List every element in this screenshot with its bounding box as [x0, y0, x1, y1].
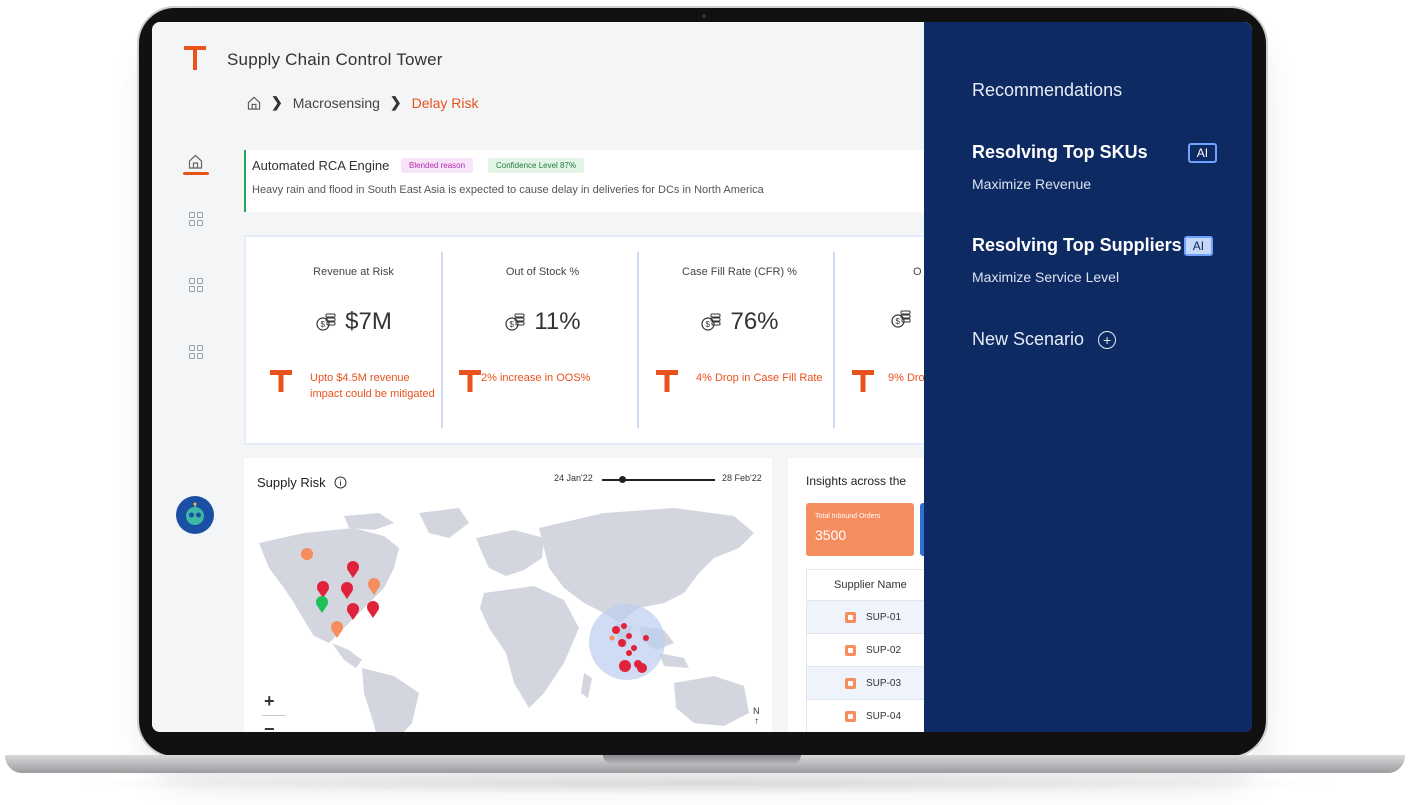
total-inbound-orders-tile[interactable]: Total Inbound Orders 3500 [806, 503, 914, 556]
supplier-name: SUP-02 [866, 644, 902, 656]
checkbox[interactable] [845, 710, 856, 722]
kpi-revenue-at-risk[interactable]: Revenue at Risk $ $7M Upto $4.5M revenue… [256, 252, 451, 430]
bot-icon [186, 502, 204, 525]
confidence-badge: Confidence Level 87% [488, 158, 585, 173]
home-active-indicator [183, 172, 209, 175]
date-range-end: 28 Feb'22 [722, 473, 762, 483]
coins-icon: $ [316, 313, 336, 331]
kpi-note-text: 4% Drop in Case Fill Rate [696, 372, 823, 384]
chevron-right-icon: ❯ [389, 94, 402, 110]
recommendation-subtitle: Maximize Service Level [972, 269, 1120, 285]
supply-risk-title: Supply Risk [257, 475, 347, 490]
kpi-label: Case Fill Rate (CFR) % [682, 266, 797, 278]
rca-title: Automated RCA Engine [252, 158, 390, 173]
zoom-divider [262, 715, 286, 716]
recommendations-title: Recommendations [972, 80, 1123, 100]
recommendation-title: Resolving Top Suppliers [972, 235, 1182, 255]
checkbox[interactable] [845, 677, 856, 689]
recommendation-top-suppliers[interactable]: Resolving Top Suppliers AI [972, 235, 1214, 256]
new-scenario-label: New Scenario [972, 329, 1085, 349]
rca-card: Automated RCA Engine Blended reason Conf… [244, 150, 946, 212]
kpi-note-text: Upto $4.5M revenue impact could be mitig… [310, 372, 435, 400]
kpi-value-text: $7M [345, 308, 392, 335]
svg-text:$: $ [706, 320, 711, 329]
north-arrow-icon: ↑ [754, 716, 759, 727]
checkbox[interactable] [845, 644, 856, 656]
recommendation-top-skus[interactable]: Resolving Top SKUs AI [972, 142, 1218, 163]
svg-text:$: $ [321, 320, 326, 329]
kpi-value-text: 76% [730, 308, 779, 335]
world-map[interactable] [244, 508, 772, 732]
info-icon[interactable] [334, 476, 347, 489]
ai-badge: AI [1187, 142, 1218, 163]
breadcrumb-current: Delay Risk [411, 94, 479, 111]
sidebar [152, 84, 218, 732]
home-icon[interactable] [247, 96, 261, 110]
coins-icon: $ [891, 310, 911, 328]
logo-icon [270, 370, 292, 392]
rca-description: Heavy rain and flood in South East Asia … [252, 184, 764, 196]
kpi-value: $ 11% [445, 308, 640, 336]
recommendation-subtitle: Maximize Revenue [972, 176, 1092, 192]
supply-risk-card: Supply Risk 24 Jan'22 28 Feb'22 + − N ↑ [244, 458, 772, 732]
kpi-label: Out of Stock % [505, 266, 580, 278]
kpi-label: Revenue at Risk [313, 266, 394, 278]
plus-circle-icon: + [1098, 330, 1117, 349]
supply-risk-title-text: Supply Risk [257, 475, 326, 490]
zoom-out-button[interactable]: − [264, 719, 275, 732]
recommendations-panel: Recommendations Resolving Top SKUs AI Ma… [924, 22, 1252, 732]
logo-icon [656, 370, 678, 392]
tile-value: 3500 [815, 527, 847, 543]
kpi-out-of-stock[interactable]: Out of Stock % $ 11% 2% increase in OOS% [445, 252, 640, 430]
grid-icon[interactable] [189, 278, 203, 292]
svg-text:$: $ [510, 320, 515, 329]
avatar[interactable] [176, 496, 214, 534]
kpi-value: $ $7M [256, 308, 451, 336]
chevron-right-icon: ❯ [271, 94, 283, 110]
recommendation-title: Resolving Top SKUs [972, 142, 1148, 162]
supplier-name: SUP-04 [866, 710, 902, 722]
breadcrumb: ❯ Macrosensing ❯ Delay Risk [247, 94, 479, 111]
divider [441, 252, 443, 428]
tile-label: Total Inbound Orders [815, 513, 881, 520]
kpi-value: $ 76% [642, 308, 837, 336]
logo-icon [459, 370, 481, 392]
coins-icon: $ [701, 313, 721, 331]
checkbox[interactable] [845, 611, 856, 623]
logo-icon [852, 370, 874, 392]
coins-icon: $ [505, 313, 525, 331]
ai-badge: AI [1183, 235, 1214, 256]
app-title: Supply Chain Control Tower [227, 50, 443, 69]
reason-badge: Blended reason [401, 158, 474, 173]
breadcrumb-item[interactable]: Macrosensing [293, 95, 380, 111]
kpi-case-fill-rate[interactable]: Case Fill Rate (CFR) % $ 76% 4% Drop in … [642, 252, 837, 430]
svg-text:$: $ [896, 317, 901, 326]
logo-icon [184, 46, 206, 70]
camera [702, 14, 706, 18]
grid-icon[interactable] [189, 212, 203, 226]
date-range-start: 24 Jan'22 [554, 473, 593, 483]
supplier-name: SUP-01 [866, 611, 902, 623]
laptop-notch [603, 755, 801, 764]
screen: Supply Chain Control Tower ❯ Macrosensin… [152, 22, 1252, 732]
laptop-reflection [60, 773, 1350, 795]
divider [833, 252, 835, 428]
supplier-name: SUP-03 [866, 677, 902, 689]
date-range-handle[interactable] [619, 476, 626, 483]
zoom-in-button[interactable]: + [264, 691, 275, 712]
kpi-card: Revenue at Risk $ $7M Upto $4.5M revenue… [244, 235, 944, 445]
kpi-note-text: 2% increase in OOS% [481, 372, 591, 384]
home-icon[interactable] [188, 154, 203, 169]
grid-icon[interactable] [189, 345, 203, 359]
insights-title: Insights across the [806, 474, 907, 488]
new-scenario-button[interactable]: New Scenario + [972, 329, 1117, 350]
divider [637, 252, 639, 428]
north-indicator: N [753, 706, 760, 716]
kpi-value-text: 11% [534, 308, 581, 335]
